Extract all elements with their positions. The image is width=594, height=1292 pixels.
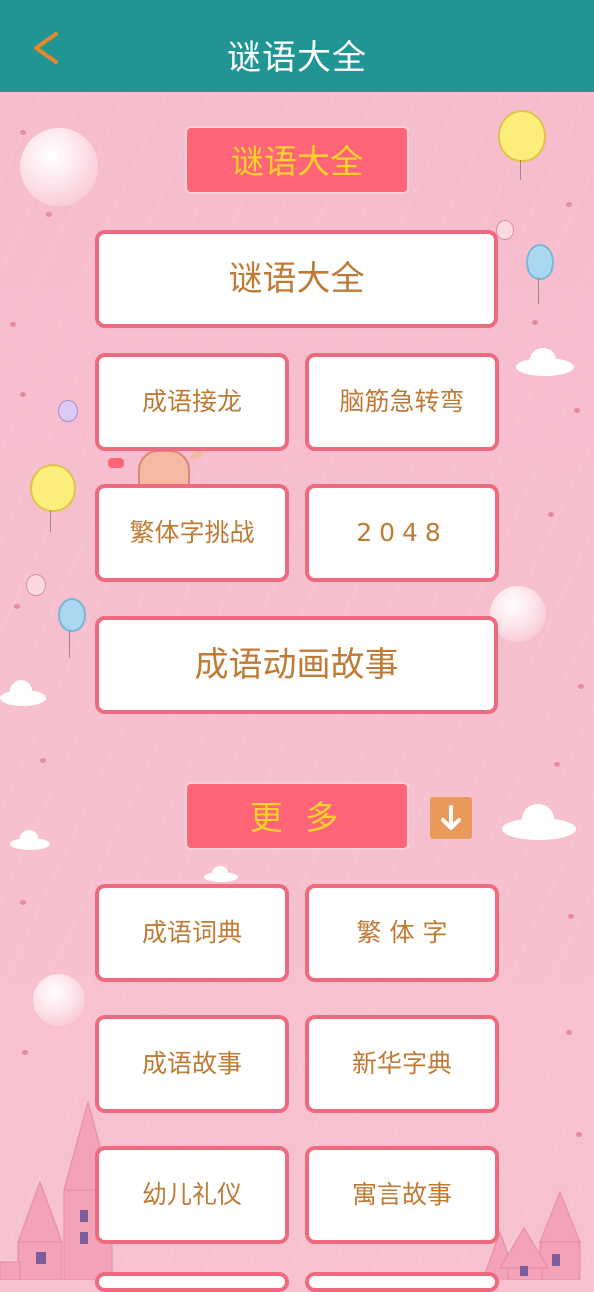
brain-teaser-label: 脑筋急转弯 xyxy=(339,387,465,416)
decorative-dot xyxy=(566,202,572,207)
traditional-challenge-button[interactable]: 繁体字挑战 xyxy=(95,484,289,582)
top-bar: 谜语大全 xyxy=(0,0,594,92)
traditional-chars-label: 繁 体 字 xyxy=(356,918,448,947)
idiom-stories-label: 成语故事 xyxy=(141,1049,242,1078)
brain-teaser-button[interactable]: 脑筋急转弯 xyxy=(305,353,499,451)
decorative-bubble xyxy=(490,586,546,642)
decorative-dot xyxy=(532,320,538,325)
decorative-dot xyxy=(40,758,46,763)
decorative-dot xyxy=(20,392,26,397)
balloon-string xyxy=(69,630,70,658)
pink-balloon-icon xyxy=(26,574,46,596)
decorative-dot xyxy=(574,408,580,413)
expand-button[interactable] xyxy=(430,797,472,839)
balloon-string xyxy=(50,510,51,532)
decorative-dot xyxy=(548,512,554,517)
decorative-dot xyxy=(566,1030,572,1035)
decorative-dot xyxy=(46,212,52,217)
riddles-button[interactable]: 谜语大全 xyxy=(95,230,498,328)
yellow-balloon-icon xyxy=(30,464,76,512)
xinhua-dictionary-label: 新华字典 xyxy=(351,1049,452,1078)
cloud-icon xyxy=(0,680,46,706)
idiom-dictionary-label: 成语词典 xyxy=(141,918,242,947)
game-2048-label: 2048 xyxy=(356,518,448,547)
traditional-challenge-label: 繁体字挑战 xyxy=(129,518,255,547)
page-title: 谜语大全 xyxy=(227,38,367,78)
balloon-string xyxy=(538,278,539,304)
fables-button[interactable]: 寓言故事 xyxy=(305,1146,499,1244)
riddles-label: 谜语大全 xyxy=(228,259,365,299)
game-2048-button[interactable]: 2048 xyxy=(305,484,499,582)
decorative-dot xyxy=(578,684,584,689)
idiom-stories-button[interactable]: 成语故事 xyxy=(95,1015,289,1113)
decorative-dot xyxy=(22,1050,28,1055)
idiom-animation-label: 成语动画故事 xyxy=(194,645,399,685)
idiom-animation-button[interactable]: 成语动画故事 xyxy=(95,616,498,714)
section-header-more: 更 多 xyxy=(185,782,409,850)
partial-card[interactable] xyxy=(95,1272,289,1292)
cloud-icon xyxy=(502,804,576,840)
decorative-dot xyxy=(14,604,20,609)
decorative-dot xyxy=(20,900,26,905)
castle-illustration xyxy=(0,1100,581,1280)
arrow-down-icon xyxy=(441,805,461,830)
balloon-string xyxy=(520,160,521,180)
decorative-bubble xyxy=(20,128,98,206)
partial-card[interactable] xyxy=(305,1272,499,1292)
yellow-balloon-icon xyxy=(498,110,546,162)
decorative-dot xyxy=(576,1132,582,1137)
purple-balloon-icon xyxy=(58,400,78,422)
idiom-chain-label: 成语接龙 xyxy=(141,387,242,416)
decorative-bubble xyxy=(33,974,85,1026)
pink-balloon-icon xyxy=(496,220,514,240)
decorative-dot xyxy=(554,762,560,767)
decorative-dot xyxy=(10,322,16,327)
decorative-dot xyxy=(568,914,574,919)
idiom-dictionary-button[interactable]: 成语词典 xyxy=(95,884,289,982)
fables-label: 寓言故事 xyxy=(351,1180,452,1209)
section-header-riddles: 谜语大全 xyxy=(185,126,409,194)
cloud-icon xyxy=(204,866,238,882)
blue-balloon-icon xyxy=(526,244,554,280)
xinhua-dictionary-button[interactable]: 新华字典 xyxy=(305,1015,499,1113)
blue-balloon-icon xyxy=(58,598,86,632)
decorative-dot xyxy=(20,130,26,135)
rabbit-illustration xyxy=(108,448,205,486)
cloud-icon xyxy=(516,346,574,376)
idiom-chain-button[interactable]: 成语接龙 xyxy=(95,353,289,451)
traditional-chars-button[interactable]: 繁 体 字 xyxy=(305,884,499,982)
child-etiquette-label: 幼儿礼仪 xyxy=(141,1180,242,1209)
cloud-icon xyxy=(10,830,50,850)
child-etiquette-button[interactable]: 幼儿礼仪 xyxy=(95,1146,289,1244)
